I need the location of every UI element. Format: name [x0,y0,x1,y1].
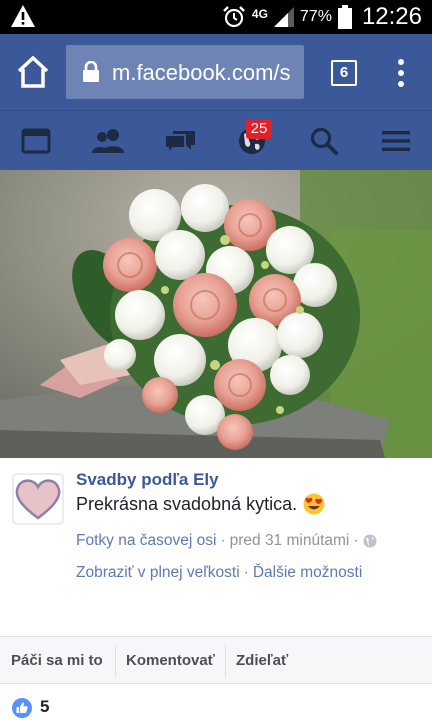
notification-badge: 25 [246,119,272,139]
post-meta: Fotky na časovej osi · pred 31 minútami … [76,532,377,550]
nav-search[interactable] [296,111,352,171]
url-text: m.facebook.com/s [112,60,291,85]
action-divider [225,645,226,677]
signal-icon [273,7,294,27]
post-message: Prekrásna svadobná kytica. [76,493,298,514]
like-button[interactable]: Páči sa mi to [11,647,103,675]
search-icon [310,127,338,155]
view-full-size-link[interactable]: Zobraziť v plnej veľkosti [76,564,240,582]
page-avatar[interactable] [12,473,64,525]
nav-menu[interactable] [368,111,424,171]
share-button[interactable]: Zdieľať [236,647,288,675]
post-options-row: Zobraziť v plnej veľkosti · Ďalšie možno… [76,564,362,582]
tab-switcher-button[interactable]: 6 [331,60,357,86]
alarm-icon [223,6,245,28]
action-divider [115,645,116,677]
reaction-summary[interactable]: 5 [0,684,432,720]
bouquet-image [0,170,432,458]
nav-messages[interactable] [152,111,208,171]
public-globe-icon [363,534,377,548]
battery-icon [337,5,352,29]
options-separator: · [243,564,249,581]
post-photo[interactable] [0,170,432,458]
post-author[interactable]: Svadby podľa Ely [76,470,219,490]
lock-icon [83,61,99,82]
battery-percentage: 77% [299,8,332,25]
status-bar: 4G 77% 12:26 [0,0,432,34]
browser-toolbar: m.facebook.com/s 6 [0,34,432,110]
facebook-nav-bar: 25 [0,110,432,171]
album-link[interactable]: Fotky na časovej osi [76,532,216,550]
clock: 12:26 [361,3,422,30]
heart-eyes-emoji-icon [303,493,325,515]
like-count: 5 [40,697,50,716]
nav-news-feed[interactable] [8,111,64,171]
news-feed-icon [21,128,51,154]
address-bar[interactable]: m.facebook.com/s [66,45,304,99]
thumbs-up-icon [12,698,32,718]
meta-separator: · [220,532,226,549]
nav-friend-requests[interactable] [80,111,136,171]
messages-icon [164,131,195,155]
overflow-menu-icon[interactable] [396,58,406,88]
post-card: Svadby podľa Ely Prekrásna svadobná kyti… [0,458,432,636]
friends-icon [92,129,124,153]
post-timestamp[interactable]: pred 31 minútami [230,532,350,550]
more-options-link[interactable]: Ďalšie možnosti [253,564,362,582]
comment-button[interactable]: Komentovať [126,647,215,675]
meta-separator: · [353,532,359,549]
warning-icon [11,5,35,27]
post-message-row: Prekrásna svadobná kytica. [76,493,325,515]
network-type: 4G [251,7,268,21]
hamburger-menu-icon [382,131,410,151]
home-icon[interactable] [14,54,52,90]
post-action-bar: Páči sa mi to Komentovať Zdieľať [0,636,432,684]
